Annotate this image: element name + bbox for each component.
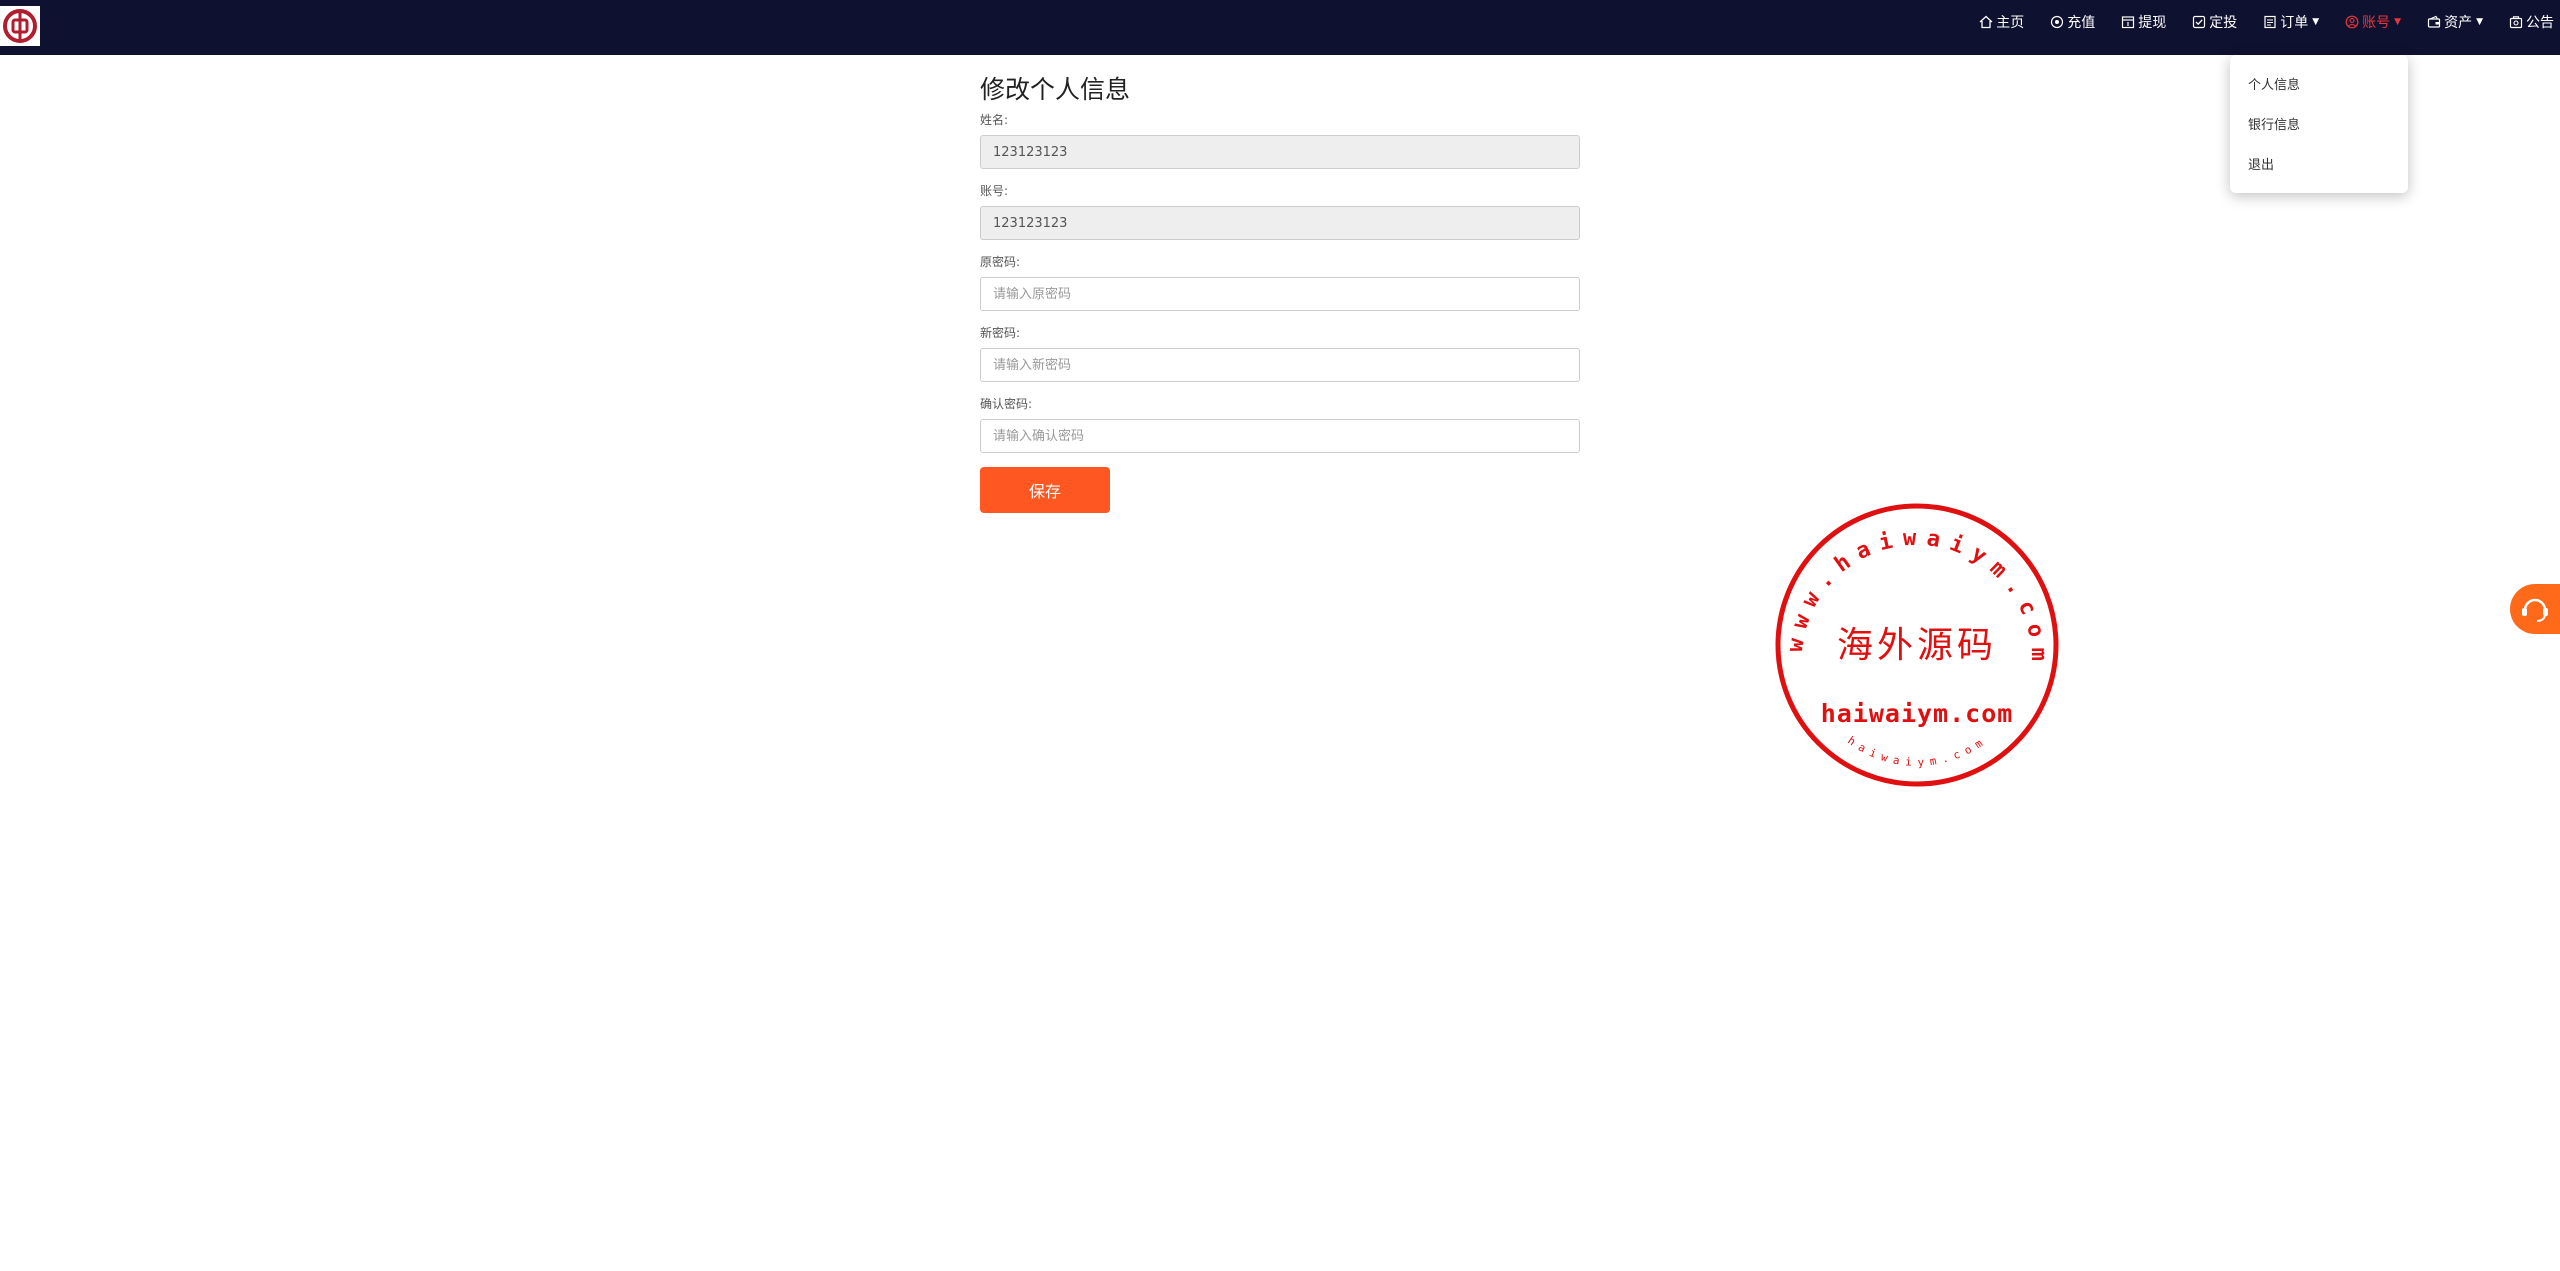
bank-logo-icon bbox=[3, 9, 37, 43]
stamp-small-arc-text: haiwaiym.com bbox=[1845, 733, 1990, 769]
name-field[interactable] bbox=[980, 135, 1580, 169]
nav-withdraw[interactable]: 提现 bbox=[2121, 12, 2166, 32]
withdraw-icon bbox=[2122, 16, 2135, 29]
confirm-password-input[interactable] bbox=[980, 419, 1580, 453]
account-field[interactable] bbox=[980, 206, 1580, 240]
stamp-center-text: 海外源码 bbox=[1837, 625, 1997, 666]
chevron-down-icon: ▼ bbox=[2476, 17, 2483, 27]
old-password-input[interactable] bbox=[980, 277, 1580, 311]
nav-home-label: 主页 bbox=[1996, 15, 2025, 31]
user-circle-icon bbox=[2345, 15, 2359, 29]
nav-orders[interactable]: 订单 ▼ bbox=[2263, 12, 2319, 32]
nav-orders-label: 订单 bbox=[2280, 15, 2309, 31]
customer-service-button[interactable] bbox=[2510, 584, 2560, 634]
watermark-stamp: www.haiwaiym.com 海外源码 haiwaiym.com haiwa… bbox=[1775, 503, 2059, 787]
dropdown-item-bank-info[interactable]: 银行信息 bbox=[2248, 114, 2300, 133]
nav-invest-label: 定投 bbox=[2209, 15, 2238, 31]
nav-withdraw-label: 提现 bbox=[2138, 15, 2167, 31]
headset-icon bbox=[2522, 598, 2548, 622]
home-icon bbox=[1979, 15, 1993, 29]
chevron-down-icon: ▼ bbox=[2312, 17, 2320, 27]
new-password-label: 新密码: bbox=[980, 326, 1021, 340]
new-password-input[interactable] bbox=[980, 348, 1580, 382]
name-label: 姓名: bbox=[980, 113, 1009, 127]
save-button[interactable]: 保存 bbox=[980, 467, 1110, 513]
notice-icon bbox=[2509, 16, 2523, 29]
nav-notice-label: 公告 bbox=[2526, 15, 2554, 31]
top-navbar: 主页 充值 提现 定投 订单 ▼ 账号 ▼ 资产 ▼ 公告 bbox=[0, 0, 2560, 55]
confirm-password-label: 确认密码: bbox=[980, 397, 1033, 411]
nav-recharge[interactable]: 充值 bbox=[2050, 12, 2095, 32]
dropdown-item-personal-info[interactable]: 个人信息 bbox=[2248, 74, 2300, 93]
check-square-icon bbox=[2193, 15, 2206, 29]
chevron-down-icon: ▼ bbox=[2394, 17, 2402, 27]
page-title: 修改个人信息 bbox=[980, 75, 1131, 104]
nav-account[interactable]: 账号 ▼ bbox=[2345, 12, 2401, 32]
nav-account-label: 账号 bbox=[2362, 15, 2391, 31]
nav-recharge-label: 充值 bbox=[2067, 15, 2096, 31]
wallet-icon bbox=[2427, 15, 2441, 28]
order-icon bbox=[2264, 15, 2276, 29]
nav-invest[interactable]: 定投 bbox=[2192, 12, 2237, 32]
nav-assets[interactable]: 资产 ▼ bbox=[2427, 12, 2483, 32]
bank-logo[interactable] bbox=[0, 6, 40, 46]
nav-menu: 主页 充值 提现 定投 订单 ▼ 账号 ▼ 资产 ▼ 公告 bbox=[1953, 0, 2560, 44]
account-dropdown-menu: 个人信息 银行信息 退出 bbox=[2230, 55, 2408, 193]
nav-assets-label: 资产 bbox=[2444, 15, 2473, 31]
stamp-bottom-text: haiwaiym.com bbox=[1821, 699, 2014, 728]
recharge-icon bbox=[2051, 15, 2064, 29]
nav-home[interactable]: 主页 bbox=[1979, 12, 2024, 32]
account-label: 账号: bbox=[980, 184, 1009, 198]
old-password-label: 原密码: bbox=[980, 255, 1021, 269]
dropdown-item-logout[interactable]: 退出 bbox=[2248, 154, 2274, 173]
nav-notice[interactable]: 公告 bbox=[2509, 12, 2554, 32]
